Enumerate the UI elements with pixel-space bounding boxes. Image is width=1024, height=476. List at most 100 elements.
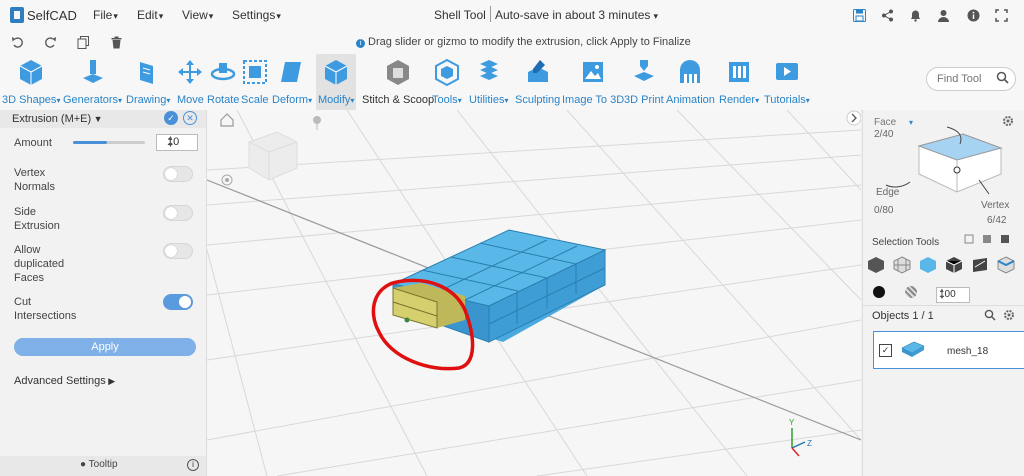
edge-count: 0/80 (874, 205, 894, 216)
render-icon (726, 58, 752, 86)
modify-icon (323, 58, 349, 86)
fullscreen-icon[interactable] (993, 7, 1009, 23)
gizmo-handle[interactable] (404, 317, 410, 323)
brush-black-icon[interactable] (873, 286, 885, 298)
cut-intersections-toggle[interactable] (163, 294, 193, 310)
stepper-icon[interactable]: ▲ ▼ (939, 288, 968, 302)
panel-header: Extrusion (M+E) ✓ ✕ (0, 110, 206, 128)
home-icon[interactable] (220, 113, 234, 127)
menu-edit[interactable]: Edit (137, 8, 163, 22)
tool-label: Stitch & Scoop (362, 94, 435, 106)
selection-mode-cube-icon[interactable] (907, 122, 1003, 198)
side-extrusion-toggle[interactable] (163, 205, 193, 221)
object-row-mesh-18[interactable]: ✓ mesh_18 (873, 331, 1024, 369)
stitch-scoop-icon (385, 58, 411, 86)
amount-input[interactable]: 10 ▲ ▼ (156, 134, 198, 151)
find-tool-box[interactable] (926, 67, 1016, 91)
bell-icon[interactable] (907, 7, 923, 23)
menu-file[interactable]: File (93, 8, 118, 22)
tooltip-bar[interactable]: ● Tooltip i (0, 456, 206, 476)
selection-options-icons[interactable] (963, 233, 1019, 245)
tool-3d-print[interactable]: 3D Print (624, 58, 664, 106)
tool-modify[interactable]: Modify (316, 54, 357, 110)
app-logo[interactable]: SelfCAD (10, 6, 77, 24)
tooltip-info-icon[interactable]: i (187, 459, 199, 471)
tool-render[interactable]: Render (719, 58, 759, 106)
tool-move[interactable]: Move (177, 58, 204, 106)
find-tool-input[interactable] (935, 71, 997, 87)
copy-icon[interactable] (75, 34, 91, 50)
stepper-icon[interactable]: ▲ ▼ (167, 135, 195, 149)
close-icon[interactable]: ✕ (183, 111, 197, 125)
tool-deform[interactable]: Deform (272, 58, 312, 106)
objects-settings-gear-icon[interactable] (1003, 309, 1015, 321)
tool-label: Move (177, 94, 204, 106)
tool-rotate[interactable]: Rotate (207, 58, 239, 106)
trash-icon[interactable] (108, 34, 124, 50)
collapse-right-panel-icon[interactable] (846, 110, 861, 126)
share-icon[interactable] (879, 7, 895, 23)
tool-label: 3D Shapes (2, 94, 60, 106)
select-vertex-icon[interactable] (893, 256, 911, 274)
confirm-check-icon[interactable]: ✓ (164, 111, 178, 125)
camera-orbit-icon[interactable] (313, 116, 321, 130)
select-edge-icon[interactable] (945, 256, 963, 274)
user-icon[interactable] (935, 7, 951, 23)
save-icon[interactable] (851, 7, 867, 23)
objects-search-icon[interactable] (984, 309, 996, 321)
tool-3d-shapes[interactable]: 3D Shapes (2, 58, 60, 106)
brush-texture-icon[interactable] (905, 286, 917, 298)
apply-button[interactable]: Apply (14, 338, 196, 356)
select-face-icon[interactable] (919, 256, 937, 274)
tool-generators[interactable]: Generators (63, 58, 122, 106)
tool-tools[interactable]: Tools (432, 58, 462, 106)
tool-animation[interactable]: Animation (666, 58, 715, 106)
toggle-knob (165, 245, 177, 257)
vertex-normals-toggle[interactable] (163, 166, 193, 182)
objects-count: Objects 1 / 1 (872, 310, 934, 322)
object-thumbnail (900, 338, 926, 360)
tool-stitch-scoop[interactable]: Stitch & Scoop (362, 58, 434, 106)
tutorials-icon (774, 58, 800, 86)
tool-label: Scale (241, 94, 269, 106)
select-loop-icon[interactable] (997, 256, 1015, 274)
amount-slider[interactable] (73, 141, 145, 144)
tool-label: Drawing (126, 94, 170, 106)
tool-tutorials[interactable]: Tutorials (764, 58, 810, 106)
select-object-icon[interactable] (867, 256, 885, 274)
document-title[interactable]: Shell Tool (434, 8, 486, 22)
navigation-pan-icon[interactable] (221, 174, 233, 186)
allow-duplicated-faces-toggle[interactable] (163, 243, 193, 259)
tool-label: Modify (318, 94, 354, 106)
tool-image-to-3d[interactable]: Image To 3D (562, 58, 624, 106)
selection-panel: Face ▾ 2/40 Edge 0/80 Vertex 6/42 Select… (862, 110, 1024, 476)
settings-gear-icon[interactable] (1002, 115, 1014, 127)
advanced-settings-toggle[interactable]: Advanced Settings (14, 375, 115, 387)
deform-icon (279, 58, 305, 86)
tool-drawing[interactable]: Drawing (126, 58, 170, 106)
redo-icon[interactable] (42, 34, 58, 50)
autosave-status[interactable]: Auto-save in about 3 minutes (495, 8, 658, 22)
move-icon (177, 58, 203, 86)
utilities-icon (476, 58, 502, 86)
amount-slider-fill (73, 141, 107, 144)
view-cube[interactable] (248, 131, 298, 181)
tool-label: Deform (272, 94, 312, 106)
undo-icon[interactable] (9, 34, 25, 50)
tool-scale[interactable]: Scale (241, 58, 269, 106)
drawing-icon (135, 58, 161, 86)
3d-viewport[interactable]: Y Z (207, 110, 861, 476)
panel-title[interactable]: Extrusion (M+E) (12, 113, 103, 125)
info-icon[interactable] (965, 7, 981, 23)
object-visibility-checkbox[interactable]: ✓ (879, 344, 892, 357)
search-icon[interactable] (996, 71, 1009, 87)
allow-duplicated-faces-label: Allow duplicated Faces (14, 244, 65, 284)
menu-view[interactable]: View (182, 8, 213, 22)
menu-settings[interactable]: Settings (232, 8, 281, 22)
brush-size-input[interactable]: 100 ▲ ▼ (936, 287, 970, 303)
tool-sculpting[interactable]: Sculpting (515, 58, 560, 106)
hint-info-icon: i (356, 39, 365, 48)
tool-utilities[interactable]: Utilities (469, 58, 508, 106)
select-paint-icon[interactable] (971, 256, 989, 274)
tool-label: Utilities (469, 94, 508, 106)
